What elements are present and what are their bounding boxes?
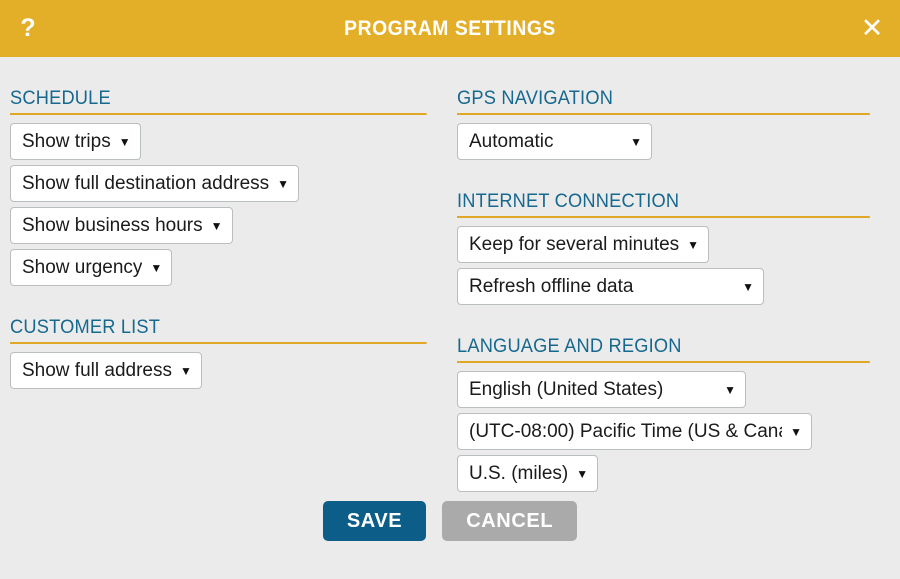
dropdown-show-full-destination-address[interactable]: Show full destination address ▼ [10,165,300,202]
chevron-down-icon: ▼ [742,279,754,294]
dropdown-row: Show business hours ▼ [10,207,444,249]
chevron-down-icon: ▼ [210,218,223,233]
dropdown-show-urgency[interactable]: Show urgency ▼ [10,249,173,286]
section-heading-language-and-region: LANGUAGE AND REGION [457,336,870,363]
dropdown-row: Show full address ▼ [10,352,444,394]
dropdown-label: (UTC-08:00) Pacific Time (US & Canada) [469,420,783,442]
dropdown-label: Show trips [22,130,111,152]
settings-content: SCHEDULE Show trips ▼ Show full destinat… [0,57,900,579]
dropdown-row: Keep for several minutes ▼ [457,226,887,268]
save-button[interactable]: SAVE [322,501,427,541]
language-region-dropdown-group: English (United States) ▼ (UTC-08:00) Pa… [457,371,887,497]
dropdown-row: Refresh offline data ▼ [457,268,887,310]
gps-navigation-dropdown-group: Automatic ▼ [457,123,887,165]
dropdown-row: Show urgency ▼ [10,249,444,291]
dropdown-label: Show full destination address [22,172,270,194]
dropdown-row: Show full destination address ▼ [10,165,444,207]
dropdown-show-business-hours[interactable]: Show business hours ▼ [10,207,233,244]
dropdown-gps-mode[interactable]: Automatic ▼ [457,123,652,160]
chevron-down-icon: ▼ [179,363,192,378]
right-column: GPS NAVIGATION Automatic ▼ INTERNET CONN… [457,57,887,497]
dropdown-row: U.S. (miles) ▼ [457,455,887,497]
chevron-down-icon: ▼ [630,134,642,149]
dropdown-row: (UTC-08:00) Pacific Time (US & Canada) ▼ [457,413,887,455]
chevron-down-icon: ▼ [118,134,131,149]
dropdown-label: Automatic [469,130,554,152]
section-heading-internet-connection: INTERNET CONNECTION [457,191,870,218]
dropdown-show-trips[interactable]: Show trips ▼ [10,123,141,160]
chevron-down-icon: ▼ [150,260,163,275]
dropdown-timezone[interactable]: (UTC-08:00) Pacific Time (US & Canada) ▼ [457,413,812,450]
cancel-button[interactable]: CANCEL [442,501,578,541]
chevron-down-icon: ▼ [687,237,700,252]
dropdown-row: Show trips ▼ [10,123,444,165]
dropdown-row: English (United States) ▼ [457,371,887,413]
chevron-down-icon: ▼ [724,382,736,397]
dialog-titlebar: ? PROGRAM SETTINGS ✕ [0,0,900,57]
dropdown-label: Show full address [22,359,172,381]
internet-connection-dropdown-group: Keep for several minutes ▼ Refresh offli… [457,226,887,310]
dialog-footer: SAVE CANCEL [0,501,900,541]
section-heading-schedule: SCHEDULE [10,88,427,115]
dropdown-show-full-address[interactable]: Show full address ▼ [10,352,202,389]
dropdown-units[interactable]: U.S. (miles) ▼ [457,455,599,492]
dropdown-label: Show urgency [22,256,143,278]
dropdown-refresh-offline-data[interactable]: Refresh offline data ▼ [457,268,764,305]
section-heading-gps-navigation: GPS NAVIGATION [457,88,870,115]
chevron-down-icon: ▼ [576,466,589,481]
chevron-down-icon: ▼ [277,176,290,191]
dropdown-label: U.S. (miles) [469,462,569,484]
chevron-down-icon: ▼ [790,424,802,439]
dropdown-row: Automatic ▼ [457,123,887,165]
left-column: SCHEDULE Show trips ▼ Show full destinat… [10,57,444,394]
dropdown-connection-keep-alive[interactable]: Keep for several minutes ▼ [457,226,710,263]
dialog-title: PROGRAM SETTINGS [344,16,556,40]
dropdown-label: English (United States) [469,378,664,400]
dropdown-language[interactable]: English (United States) ▼ [457,371,746,408]
dropdown-label: Show business hours [22,214,203,236]
section-heading-customer-list: CUSTOMER LIST [10,317,427,344]
schedule-dropdown-group: Show trips ▼ Show full destination addre… [10,123,444,291]
dropdown-label: Refresh offline data [469,275,634,297]
close-icon[interactable]: ✕ [844,15,900,42]
dropdown-label: Keep for several minutes [469,233,680,255]
help-icon[interactable]: ? [0,16,56,41]
customer-list-dropdown-group: Show full address ▼ [10,352,444,394]
